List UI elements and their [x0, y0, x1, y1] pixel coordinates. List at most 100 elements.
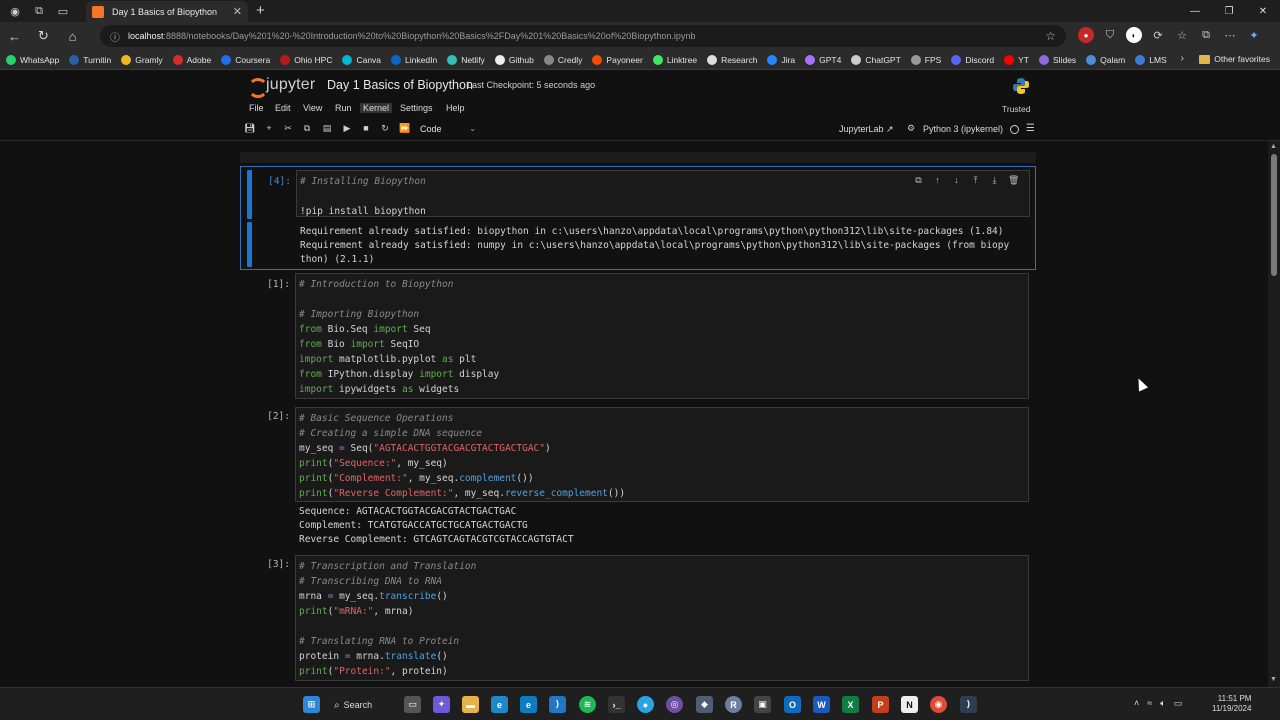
copilot-icon[interactable]: ✦ [1246, 27, 1262, 43]
bookmark-item[interactable]: GPT4 [805, 54, 841, 65]
bookmark-item[interactable]: WhatsApp [6, 54, 59, 65]
taskbar-search[interactable]: ⌕ Search [334, 696, 386, 714]
app-diamond-icon[interactable]: ◆ [696, 696, 713, 713]
bookmark-item[interactable]: Turnitin [69, 54, 111, 65]
extension-profile-icon[interactable]: ◐ [1126, 27, 1142, 43]
menu-edit[interactable]: Edit [275, 103, 291, 113]
insert-below-icon[interactable]: ⤓ [989, 175, 1000, 186]
word-icon[interactable]: W [813, 696, 830, 713]
bookmark-item[interactable]: Slides [1039, 54, 1076, 65]
bookmark-item[interactable]: Github [494, 54, 534, 65]
workspaces-icon[interactable]: ⧉ [30, 2, 48, 20]
cut-icon[interactable]: ✂ [281, 123, 295, 134]
restart-run-all-icon[interactable]: ⏩ [398, 123, 412, 134]
extensions-icon[interactable]: ⟳ [1150, 27, 1166, 43]
stop-icon[interactable]: ■ [359, 123, 373, 133]
edge-dev-icon[interactable]: e [520, 696, 537, 713]
wifi-icon[interactable]: ≈ [1147, 698, 1152, 709]
code-editor[interactable]: # Transcription and Translation # Transc… [295, 555, 1029, 681]
edge-browser-icon[interactable]: e [491, 696, 508, 713]
vertical-scrollbar[interactable]: ▲ ▼ [1268, 141, 1280, 687]
jupyterlab-link[interactable]: JupyterLab ↗ [839, 124, 894, 135]
new-tab-icon[interactable]: + [256, 2, 265, 19]
powerpoint-icon[interactable]: P [872, 696, 889, 713]
windows-start-icon[interactable]: ⊞ [303, 696, 320, 713]
insert-cell-icon[interactable]: + [262, 123, 276, 133]
spotify-icon[interactable]: ≋ [579, 696, 596, 713]
minimize-icon[interactable]: — [1178, 0, 1212, 22]
extension-red-icon[interactable]: ● [1078, 27, 1094, 43]
paste-icon[interactable]: ▤ [320, 123, 334, 134]
restore-icon[interactable]: ❐ [1212, 0, 1246, 22]
notion-icon[interactable]: N [901, 696, 918, 713]
app-r-icon[interactable]: R [725, 696, 742, 713]
code-cell-transcription[interactable]: [3]: # Transcription and Translation # T… [240, 555, 1036, 687]
run-icon[interactable]: ▶ [340, 123, 354, 134]
menu-kernel[interactable]: Kernel [360, 103, 393, 113]
insert-above-icon[interactable]: ⤒ [970, 175, 981, 186]
collections-icon[interactable]: ⧉ [1198, 27, 1214, 43]
cell-type-select[interactable]: Code ⌄ [420, 124, 476, 134]
vscode-icon[interactable]: ⟩ [549, 696, 566, 713]
settings-gear-icon[interactable]: ⚙ [904, 123, 918, 134]
jupyter-logo[interactable]: jupyter [248, 76, 315, 98]
menu-run[interactable]: Run [335, 103, 352, 113]
more-menu-icon[interactable]: ⋯ [1222, 27, 1238, 43]
code-editor[interactable]: # Installing Biopython !pip install biop… [296, 170, 1030, 217]
menu-help[interactable]: Help [446, 103, 465, 113]
close-window-icon[interactable]: ✕ [1246, 0, 1280, 22]
bookmark-item[interactable]: Adobe [172, 54, 211, 65]
other-favorites[interactable]: Other favorites [1199, 54, 1270, 64]
back-icon[interactable]: ← [0, 29, 29, 44]
bookmark-item[interactable]: ChatGPT [851, 54, 901, 65]
trusted-indicator[interactable]: Trusted [1002, 104, 1031, 114]
file-explorer-icon[interactable]: ▬ [462, 696, 479, 713]
tab-actions-icon[interactable]: ▭ [54, 2, 72, 20]
scroll-down-icon[interactable]: ▼ [1270, 676, 1277, 683]
favorites-icon[interactable]: ☆ [1174, 27, 1190, 43]
browser-tab[interactable]: Day 1 Basics of Biopython ✕ [86, 1, 248, 22]
menu-file[interactable]: File [249, 103, 264, 113]
move-up-icon[interactable]: ↑ [932, 175, 943, 186]
volume-icon[interactable]: 🔈︎ [1160, 698, 1165, 709]
duplicate-cell-icon[interactable]: ⧉ [913, 175, 924, 186]
bookmark-item[interactable]: LMS [1135, 54, 1167, 65]
copy-icon[interactable]: ⧉ [300, 123, 314, 134]
delete-cell-icon[interactable]: 🗑︎ [1008, 175, 1019, 186]
github-desktop-icon[interactable]: ◎ [666, 696, 683, 713]
bookmark-item[interactable]: Canva [342, 54, 381, 65]
scroll-up-icon[interactable]: ▲ [1270, 143, 1277, 150]
site-info-icon[interactable]: ⓘ [110, 29, 120, 44]
battery-icon[interactable]: ▭ [1174, 698, 1183, 709]
notebook-title[interactable]: Day 1 Basics of Biopython [327, 78, 473, 92]
close-tab-icon[interactable]: ✕ [233, 5, 242, 18]
chrome-icon[interactable]: ◉ [930, 696, 947, 713]
input-collapser[interactable] [247, 170, 252, 219]
bookmark-item[interactable]: YT [1004, 54, 1029, 65]
save-icon[interactable]: 💾︎ [243, 123, 257, 134]
refresh-icon[interactable]: ↻ [29, 28, 58, 44]
bookmark-item[interactable]: Credly [543, 54, 582, 65]
taskbar-clock[interactable]: 11:51 PM 11/19/2024 [1212, 694, 1251, 714]
output-collapser[interactable] [247, 222, 252, 267]
code-cell-imports[interactable]: [1]: # Introduction to Biopython # Impor… [240, 273, 1036, 401]
code-cell-sequence[interactable]: [2]: # Basic Sequence Operations # Creat… [240, 407, 1036, 549]
menu-settings[interactable]: Settings [400, 103, 433, 113]
bookmark-item[interactable]: Ohio HPC [280, 54, 332, 65]
task-view-icon[interactable]: ▭ [404, 696, 421, 713]
code-editor[interactable]: # Basic Sequence Operations # Creating a… [295, 407, 1029, 502]
code-editor[interactable]: # Introduction to Biopython # Importing … [295, 273, 1029, 399]
bookmark-item[interactable]: LinkedIn [391, 54, 437, 65]
terminal-icon[interactable]: ›_ [608, 696, 625, 713]
bookmark-item[interactable]: Research [707, 54, 757, 65]
restart-icon[interactable]: ↻ [378, 123, 392, 134]
extension-shield-icon[interactable]: ⛉ [1102, 27, 1118, 43]
move-down-icon[interactable]: ↓ [951, 175, 962, 186]
photos-icon[interactable]: ▣ [754, 696, 771, 713]
tray-overflow-icon[interactable]: ˄ [1134, 698, 1139, 709]
home-icon[interactable]: ⌂ [58, 29, 87, 44]
app-blue-icon[interactable]: ● [637, 696, 654, 713]
more-bookmarks-icon[interactable]: › [1181, 53, 1184, 64]
url-bar[interactable]: ⓘ localhost:8888/notebooks/Day%201%20-%2… [100, 25, 1066, 47]
bookmark-item[interactable]: FPS [910, 54, 941, 65]
